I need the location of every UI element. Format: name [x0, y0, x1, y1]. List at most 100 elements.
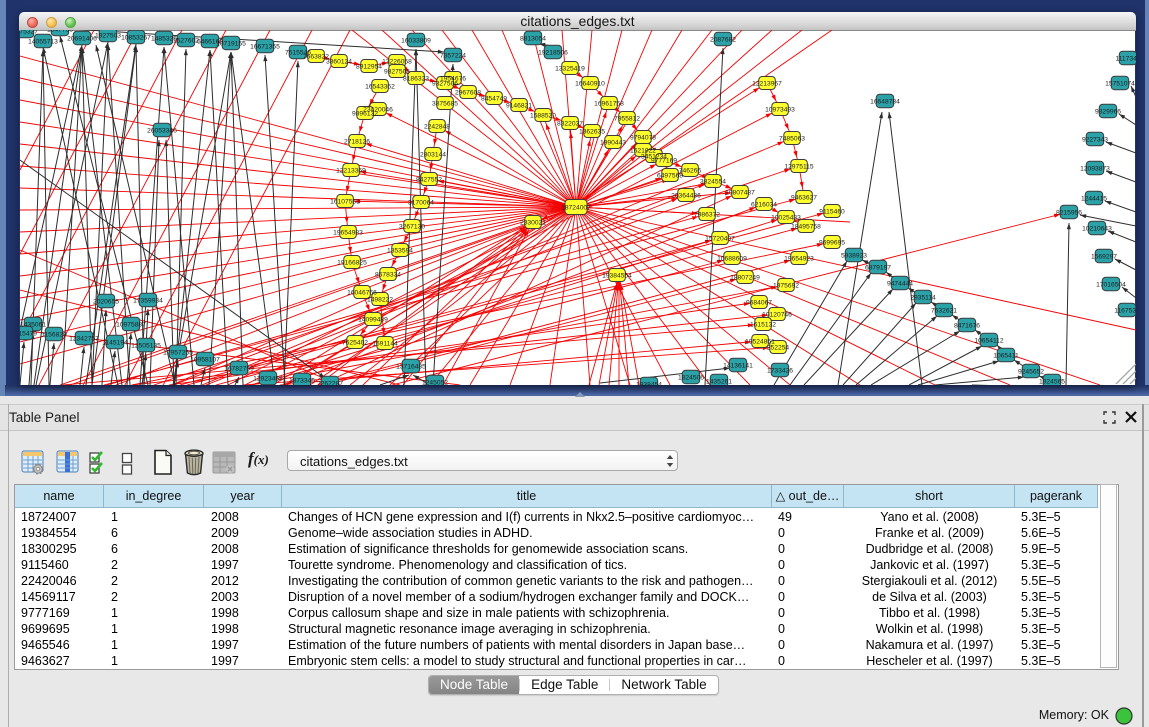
- svg-text:1156829: 1156829: [41, 331, 67, 338]
- svg-text:9227343: 9227343: [1082, 136, 1108, 143]
- svg-text:16671355: 16671355: [250, 43, 280, 50]
- svg-text:9777169: 9777169: [651, 157, 677, 164]
- svg-text:1588520: 1588520: [530, 112, 556, 119]
- svg-text:2330021: 2330021: [520, 219, 546, 226]
- svg-text:2718126: 2718126: [344, 138, 370, 145]
- svg-text:9794078: 9794078: [630, 134, 656, 141]
- svg-text:6497568: 6497568: [657, 172, 683, 179]
- svg-text:7625402: 7625402: [342, 339, 368, 346]
- svg-text:12975115: 12975115: [784, 163, 814, 170]
- svg-text:1733426: 1733426: [767, 367, 793, 374]
- svg-text:18807249: 18807249: [730, 274, 760, 281]
- svg-text:3267130: 3267130: [399, 223, 425, 230]
- svg-text:15751074: 15751074: [1105, 80, 1135, 87]
- svg-text:1435261: 1435261: [706, 378, 732, 385]
- svg-text:3824554: 3824554: [700, 178, 726, 185]
- svg-text:1924565: 1924565: [1039, 378, 1065, 385]
- svg-text:10654112: 10654112: [974, 337, 1004, 344]
- svg-text:12342757: 12342757: [69, 335, 99, 342]
- svg-text:1938454: 1938454: [636, 381, 662, 388]
- svg-text:7632621: 7632621: [931, 307, 957, 314]
- svg-text:1615132: 1615132: [750, 321, 776, 328]
- svg-text:8454749: 8454749: [481, 95, 507, 102]
- svg-text:20691406: 20691406: [67, 35, 97, 42]
- svg-text:9699695: 9699695: [819, 239, 845, 246]
- svg-text:7485063: 7485063: [779, 135, 805, 142]
- svg-text:3170064: 3170064: [408, 199, 434, 206]
- svg-text:12923468: 12923468: [253, 375, 283, 382]
- svg-text:16640910: 16640910: [575, 80, 605, 87]
- svg-text:13325419: 13325419: [555, 65, 585, 72]
- svg-text:9896132: 9896132: [352, 110, 378, 117]
- svg-text:18724007: 18724007: [561, 204, 591, 211]
- svg-text:14099489: 14099489: [358, 316, 388, 323]
- svg-text:1927503: 1927503: [95, 32, 121, 39]
- svg-text:9327506: 9327506: [432, 80, 458, 87]
- svg-text:9146821: 9146821: [506, 102, 532, 109]
- svg-text:10958107: 10958107: [190, 356, 220, 363]
- svg-text:8186323: 8186323: [403, 75, 429, 82]
- svg-text:12213369: 12213369: [336, 167, 366, 174]
- svg-text:18495758: 18495758: [791, 223, 821, 230]
- svg-text:10120746: 10120746: [762, 311, 792, 318]
- svg-text:16782759: 16782759: [224, 365, 254, 372]
- svg-text:8322037: 8322037: [557, 120, 583, 127]
- svg-text:7357224: 7357224: [440, 52, 466, 59]
- svg-text:9463627: 9463627: [791, 194, 817, 201]
- svg-text:1435061: 1435061: [20, 321, 46, 328]
- svg-text:1569297: 1569297: [1091, 253, 1117, 260]
- svg-text:10973493: 10973493: [765, 106, 795, 113]
- svg-text:17359934: 17359934: [133, 297, 163, 304]
- svg-text:3915479: 3915479: [11, 330, 37, 337]
- svg-text:1065411: 1065411: [993, 352, 1019, 359]
- svg-text:9827506: 9827506: [384, 68, 410, 75]
- svg-text:8578334: 8578334: [375, 271, 401, 278]
- svg-text:20364436: 20364436: [671, 192, 701, 199]
- svg-text:19654983: 19654983: [333, 229, 363, 236]
- svg-text:10210643: 10210643: [1082, 225, 1112, 232]
- svg-text:2967608: 2967608: [455, 89, 481, 96]
- svg-text:10688609: 10688609: [717, 255, 747, 262]
- svg-text:2020655: 2020655: [93, 298, 119, 305]
- svg-text:9115460: 9115460: [819, 208, 845, 215]
- svg-text:9474444: 9474444: [887, 280, 913, 287]
- svg-text:16961758: 16961758: [594, 100, 624, 107]
- svg-text:5938923: 5938923: [841, 252, 867, 259]
- svg-text:9245652: 9245652: [1018, 368, 1044, 375]
- svg-text:2262287: 2262287: [317, 380, 343, 387]
- svg-text:13226058: 13226058: [382, 58, 412, 65]
- svg-text:10025433: 10025433: [771, 214, 801, 221]
- svg-text:3860124: 3860124: [326, 58, 352, 65]
- svg-text:2087682: 2087682: [710, 36, 736, 43]
- svg-text:1498222: 1498222: [367, 296, 393, 303]
- svg-text:12505135: 12505135: [131, 342, 161, 349]
- svg-text:252254: 252254: [767, 344, 790, 351]
- svg-text:8912954: 8912954: [356, 63, 382, 70]
- svg-text:2242848: 2242848: [424, 123, 450, 130]
- svg-text:16543362: 16543362: [365, 83, 395, 90]
- svg-text:7986372: 7986372: [694, 211, 720, 218]
- svg-text:1362635: 1362635: [579, 128, 605, 135]
- svg-text:9684067: 9684067: [746, 299, 772, 306]
- svg-text:2935114: 2935114: [910, 294, 936, 301]
- svg-text:15720407: 15720407: [705, 235, 735, 242]
- svg-text:8813054: 8813054: [520, 35, 546, 42]
- svg-text:14055713: 14055713: [28, 38, 58, 45]
- svg-text:1824506: 1824506: [678, 374, 704, 381]
- svg-text:1873345: 1873345: [289, 377, 315, 384]
- svg-text:19384554: 19384554: [602, 272, 632, 279]
- svg-text:6879197: 6879197: [865, 264, 891, 271]
- svg-text:1167534: 1167534: [1114, 307, 1140, 314]
- svg-text:3875685: 3875685: [432, 100, 458, 107]
- svg-text:7955812: 7955812: [614, 115, 640, 122]
- svg-text:17016504: 17016504: [1096, 281, 1126, 288]
- svg-text:8215956: 8215956: [1056, 209, 1082, 216]
- svg-text:1527602: 1527602: [173, 37, 199, 44]
- svg-text:9329966: 9329966: [1095, 108, 1121, 115]
- svg-text:26053346: 26053346: [147, 127, 177, 134]
- svg-text:8471676: 8471676: [954, 322, 980, 329]
- svg-text:10853267: 10853267: [121, 34, 151, 41]
- svg-text:1244415: 1244415: [1081, 195, 1107, 202]
- svg-text:1117345: 1117345: [1115, 55, 1140, 62]
- svg-text:16648784: 16648784: [870, 98, 900, 105]
